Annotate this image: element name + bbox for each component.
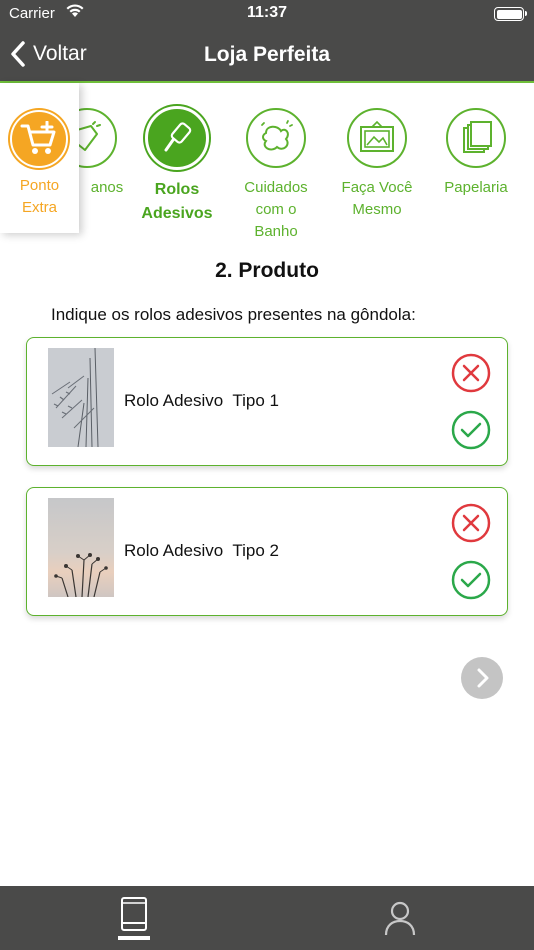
category-circle	[145, 106, 209, 170]
category-circle	[246, 108, 306, 168]
user-icon	[384, 901, 416, 936]
check-circle-icon	[451, 410, 491, 450]
category-circle	[446, 108, 506, 168]
lint-roller-icon	[164, 122, 192, 152]
selected-tab-indicator	[118, 936, 150, 940]
product-image	[48, 498, 114, 597]
close-circle-icon	[451, 503, 491, 543]
clock: 11:37	[246, 4, 288, 21]
navigation-header: Carrier 11:37 Voltar Loja Perfeita	[0, 0, 534, 83]
category-rolos-adesivos[interactable]: Rolos Adesivos	[127, 106, 227, 226]
close-circle-icon	[451, 353, 491, 393]
ponto-extra-button[interactable]: Ponto Extra	[0, 83, 79, 233]
cart-plus-icon	[20, 121, 56, 154]
product-card: Rolo Adesivo Tipo 2	[26, 487, 508, 616]
category-cuidados-banho[interactable]: Cuidados com o Banho	[226, 108, 326, 243]
status-bar: Carrier 11:37	[0, 0, 534, 28]
category-papelaria[interactable]: Papelaria	[426, 108, 526, 199]
picture-frame-icon	[360, 121, 394, 152]
tab-tablet[interactable]	[94, 886, 174, 950]
battery-icon	[494, 7, 527, 21]
tab-profile[interactable]	[360, 886, 440, 950]
category-label: Cuidados com o Banho	[244, 179, 308, 240]
reject-button[interactable]	[451, 503, 491, 543]
product-name: Rolo Adesivo Tipo 1	[124, 391, 279, 410]
chevron-right-icon	[477, 668, 489, 688]
paper-stack-icon	[463, 121, 492, 153]
ponto-extra-circle	[10, 110, 68, 168]
category-label: Rolos Adesivos	[141, 181, 213, 222]
category-label: Faça Você Mesmo	[341, 179, 413, 218]
category-circle	[347, 108, 407, 168]
section-title: 2. Produto	[215, 259, 319, 282]
page-title: Loja Perfeita	[203, 43, 331, 66]
tablet-icon	[121, 897, 147, 931]
product-card: Rolo Adesivo Tipo 1	[26, 337, 508, 466]
category-faca-voce-mesmo[interactable]: Faça Você Mesmo	[327, 108, 427, 221]
product-name: Rolo Adesivo Tipo 2	[124, 541, 279, 560]
reject-button[interactable]	[451, 353, 491, 393]
instruction-text: Indique os rolos adesivos presentes na g…	[51, 305, 416, 324]
tab-bar	[0, 886, 534, 950]
product-image	[48, 348, 114, 447]
ponto-extra-label: Ponto Extra	[19, 177, 60, 216]
check-circle-icon	[451, 560, 491, 600]
sponge-icon	[261, 120, 293, 151]
category-label: Papelaria	[444, 179, 508, 196]
accept-button[interactable]	[451, 560, 491, 600]
accept-button[interactable]	[451, 410, 491, 450]
next-button[interactable]	[461, 657, 503, 699]
